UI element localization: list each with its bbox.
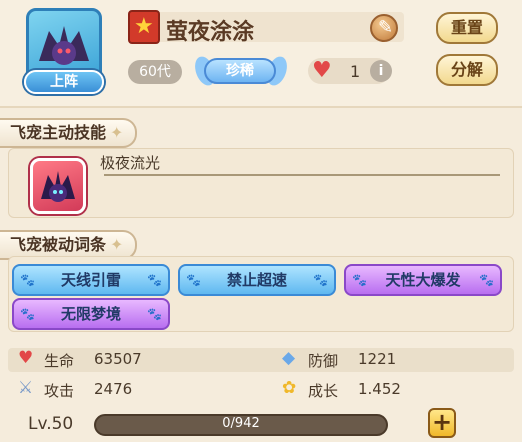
trait-chip[interactable]: 🐾 天线引雷 🐾 bbox=[12, 264, 170, 296]
paw-icon: 🐾 bbox=[147, 307, 162, 321]
rename-feather-icon[interactable]: ✎ bbox=[370, 14, 398, 42]
sparkle-icon: ✦ bbox=[110, 235, 124, 254]
paw-icon: 🐾 bbox=[20, 307, 35, 321]
trait-label: 禁止超速 bbox=[226, 271, 287, 289]
stat-label-attack: 攻击 bbox=[44, 382, 75, 400]
sparkle-icon: ✦ bbox=[110, 123, 124, 142]
trait-label: 无限梦境 bbox=[60, 305, 121, 323]
stat-row bbox=[8, 348, 514, 372]
flower-icon: ✿ bbox=[282, 378, 297, 398]
deploy-button[interactable]: 上阵 bbox=[24, 70, 104, 94]
paw-icon: 🐾 bbox=[313, 273, 328, 287]
trait-chip[interactable]: 🐾 禁止超速 🐾 bbox=[178, 264, 336, 296]
stat-label-growth: 成长 bbox=[308, 382, 339, 400]
section-title: 飞宠主动技能 bbox=[10, 123, 107, 142]
heart-count: 1 bbox=[350, 62, 361, 81]
decompose-button[interactable]: 分解 bbox=[436, 54, 498, 86]
level-label: Lv.50 bbox=[28, 414, 74, 434]
heart-icon: ♥ bbox=[312, 58, 332, 83]
sword-icon: ⚔ bbox=[18, 378, 34, 398]
stat-value-attack: 2476 bbox=[94, 380, 133, 398]
paw-icon: 🐾 bbox=[352, 273, 367, 287]
info-icon[interactable]: i bbox=[370, 60, 392, 82]
section-title: 飞宠被动词条 bbox=[10, 235, 107, 254]
dragon-skill-icon bbox=[41, 171, 75, 202]
reset-button[interactable]: 重置 bbox=[436, 12, 498, 44]
paw-icon: 🐾 bbox=[186, 273, 201, 287]
trait-label: 天性大爆发 bbox=[385, 271, 461, 289]
trait-label: 天线引雷 bbox=[60, 271, 121, 289]
stat-value-hp: 63507 bbox=[94, 350, 142, 368]
paw-icon: 🐾 bbox=[479, 273, 494, 287]
active-skill-name: 极夜流光 bbox=[100, 154, 161, 172]
generation-badge: 60代 bbox=[128, 60, 182, 84]
paw-icon: 🐾 bbox=[20, 273, 35, 287]
heart-icon: ♥ bbox=[18, 348, 34, 368]
shield-crystal-icon: ◆ bbox=[282, 348, 296, 368]
trait-chip[interactable]: 🐾 天性大爆发 🐾 bbox=[344, 264, 502, 296]
star-rank-icon: ★ bbox=[128, 10, 160, 44]
stat-value-growth: 1.452 bbox=[358, 380, 401, 398]
add-exp-button[interactable]: + bbox=[428, 408, 456, 438]
divider bbox=[104, 174, 500, 176]
stat-label-hp: 生命 bbox=[44, 352, 75, 370]
stat-label-defense: 防御 bbox=[308, 352, 339, 370]
exp-text: 0/942 bbox=[222, 416, 260, 431]
pet-name: 萤夜涂涂 bbox=[166, 20, 255, 45]
trait-chip[interactable]: 🐾 无限梦境 🐾 bbox=[12, 298, 170, 330]
stat-value-defense: 1221 bbox=[358, 350, 397, 368]
section-tab-active-skill: 飞宠主动技能 ✦ bbox=[0, 118, 138, 148]
paw-icon: 🐾 bbox=[147, 273, 162, 287]
active-skill-icon[interactable] bbox=[30, 158, 86, 214]
rarity-badge: 珍稀 bbox=[204, 58, 276, 84]
